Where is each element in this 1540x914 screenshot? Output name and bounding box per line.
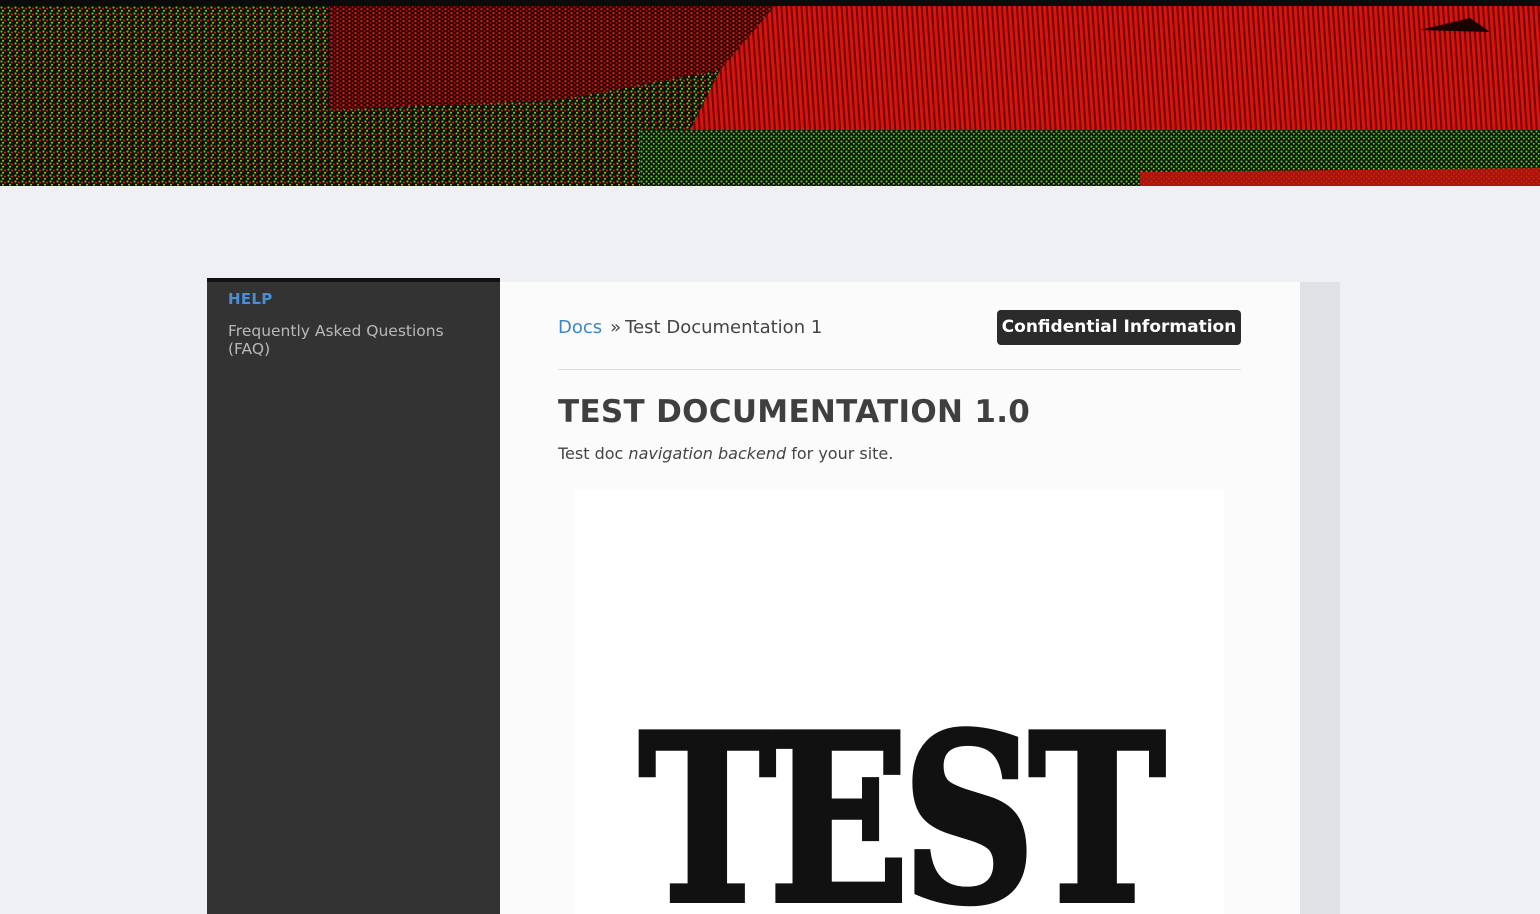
- breadcrumb-current: Test Documentation 1: [625, 317, 823, 338]
- sidebar: HELP Frequently Asked Questions (FAQ): [207, 278, 500, 914]
- point-cloud-banner-image: [0, 0, 1540, 186]
- confidential-badge: Confidential Information: [997, 310, 1241, 345]
- breadcrumb-docs-link[interactable]: Docs: [558, 317, 602, 338]
- test-image-lettering: TEST: [639, 685, 1164, 914]
- sidebar-item-faq[interactable]: Frequently Asked Questions (FAQ): [228, 322, 478, 358]
- top-strip: [0, 0, 1540, 6]
- content-divider: [558, 369, 1241, 370]
- breadcrumb: Docs » Test Documentation 1: [558, 317, 822, 338]
- page-title: TEST DOCUMENTATION 1.0: [558, 394, 1031, 430]
- intro-text-start: Test doc: [558, 444, 629, 463]
- intro-text-emphasis: navigation backend: [628, 444, 787, 463]
- breadcrumb-separator: »: [610, 317, 622, 338]
- intro-text-end: for your site.: [786, 444, 894, 463]
- test-image-graphic: TEST: [574, 490, 1224, 914]
- right-gutter: [1300, 282, 1340, 914]
- sidebar-heading-help: HELP: [228, 290, 273, 308]
- content-panel: Docs » Test Documentation 1 Confidential I…: [500, 282, 1300, 914]
- test-image: TEST: [574, 490, 1224, 914]
- page-intro: Test doc navigation backend for your sit…: [558, 444, 893, 463]
- hero-banner: [0, 0, 1540, 186]
